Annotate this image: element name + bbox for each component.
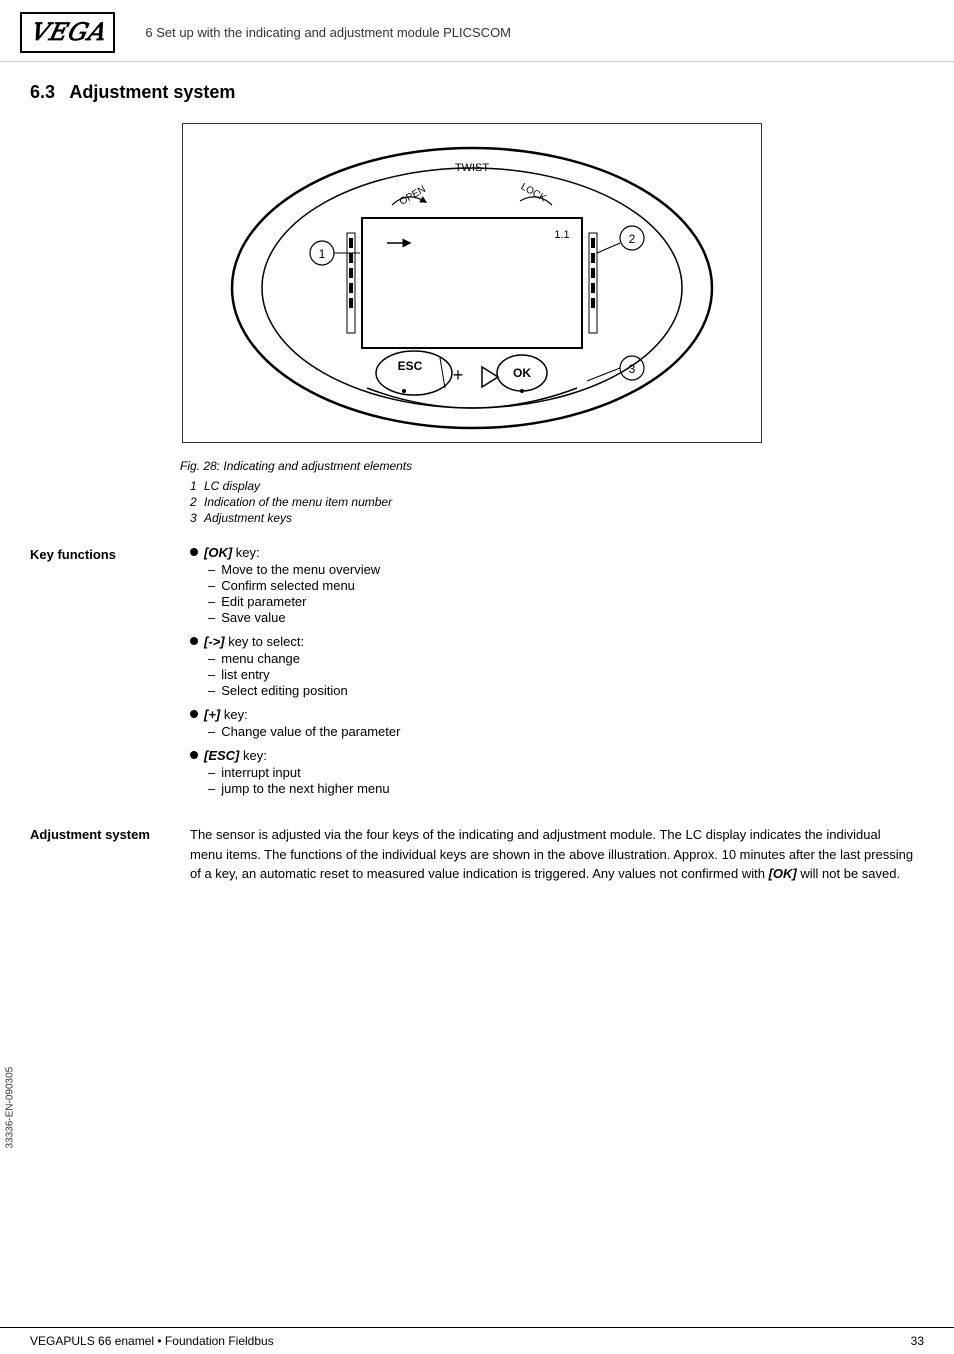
svg-text:OK: OK xyxy=(513,366,531,380)
key-arrow-content: [->] key to select: –menu change –list e… xyxy=(204,634,914,699)
adjustment-system-text: The sensor is adjusted via the four keys… xyxy=(190,825,914,884)
logo: 𝑉𝐸𝐺𝐴 xyxy=(20,12,115,53)
ok-key-label: [OK] xyxy=(204,545,232,560)
ok-key-suffix: key: xyxy=(232,545,259,560)
fig-item-3: 3Adjustment keys xyxy=(190,511,914,525)
esc-key-suffix: key: xyxy=(239,748,266,763)
diagram-container: TWIST OPEN LOCK 1 2 3 1.1 xyxy=(182,123,762,443)
section-title: 6.3 Adjustment system xyxy=(30,82,914,103)
footer-left: VEGAPULS 66 enamel • Foundation Fieldbus xyxy=(30,1334,274,1348)
footer-right: 33 xyxy=(911,1334,924,1348)
key-functions-section: Key functions [OK] key: –Move to the men… xyxy=(30,545,914,805)
svg-text:2: 2 xyxy=(629,232,636,246)
plus-sub-list: –Change value of the parameter xyxy=(204,724,914,739)
svg-text:TWIST: TWIST xyxy=(455,162,489,174)
header-title: 6 Set up with the indicating and adjustm… xyxy=(145,25,511,40)
svg-text:ESC: ESC xyxy=(398,359,423,373)
svg-text:1.1: 1.1 xyxy=(554,229,569,241)
arrow-key-suffix: key to select: xyxy=(225,634,304,649)
adjustment-system-label: Adjustment system xyxy=(30,825,190,884)
svg-text:OPEN: OPEN xyxy=(398,184,428,208)
key-arrow-item: [->] key to select: –menu change –list e… xyxy=(190,634,914,699)
ok-item-4: –Save value xyxy=(204,610,914,625)
arrow-item-1: –menu change xyxy=(204,651,914,666)
section-heading: Adjustment system xyxy=(69,82,235,102)
bullet-dot-arrow xyxy=(190,637,198,645)
arrow-item-2: –list entry xyxy=(204,667,914,682)
ok-sub-list: –Move to the menu overview –Confirm sele… xyxy=(204,562,914,625)
page-footer: VEGAPULS 66 enamel • Foundation Fieldbus… xyxy=(0,1327,954,1354)
bullet-dot-esc xyxy=(190,751,198,759)
ok-item-1: –Move to the menu overview xyxy=(204,562,914,577)
key-functions-label: Key functions xyxy=(30,545,190,805)
page-header: 𝑉𝐸𝐺𝐴 6 Set up with the indicating and ad… xyxy=(0,0,954,62)
bullet-dot-plus xyxy=(190,710,198,718)
arrow-sub-list: –menu change –list entry –Select editing… xyxy=(204,651,914,698)
key-esc-content: [ESC] key: –interrupt input –jump to the… xyxy=(204,748,914,797)
key-esc-item: [ESC] key: –interrupt input –jump to the… xyxy=(190,748,914,797)
figure-caption: Fig. 28: Indicating and adjustment eleme… xyxy=(180,459,914,473)
arrow-key-label: [->] xyxy=(204,634,225,649)
svg-text:LOCK: LOCK xyxy=(519,181,548,204)
key-functions-content: [OK] key: –Move to the menu overview –Co… xyxy=(190,545,914,805)
plus-key-suffix: key: xyxy=(220,707,247,722)
key-plus-content: [+] key: –Change value of the parameter xyxy=(204,707,914,740)
key-list: [OK] key: –Move to the menu overview –Co… xyxy=(190,545,914,797)
arrow-item-3: –Select editing position xyxy=(204,683,914,698)
plus-item-1: –Change value of the parameter xyxy=(204,724,914,739)
adjustment-diagram: TWIST OPEN LOCK 1 2 3 1.1 xyxy=(192,133,752,433)
esc-item-1: –interrupt input xyxy=(204,765,914,780)
section-number: 6.3 xyxy=(30,82,55,102)
figure-list: 1LC display 2Indication of the menu item… xyxy=(190,479,914,525)
adjustment-system-section: Adjustment system The sensor is adjusted… xyxy=(30,825,914,884)
side-label: 33336-EN-090305 xyxy=(5,1067,16,1149)
fig-item-1: 1LC display xyxy=(190,479,914,493)
esc-sub-list: –interrupt input –jump to the next highe… xyxy=(204,765,914,796)
svg-text:+: + xyxy=(453,365,464,385)
plus-key-label: [+] xyxy=(204,707,220,722)
key-ok-content: [OK] key: –Move to the menu overview –Co… xyxy=(204,545,914,626)
svg-text:1: 1 xyxy=(319,247,326,261)
key-plus-item: [+] key: –Change value of the parameter xyxy=(190,707,914,740)
main-content: 6.3 Adjustment system TWIST OPEN LOCK xyxy=(0,62,954,924)
ok-item-2: –Confirm selected menu xyxy=(204,578,914,593)
ok-bold: [OK] xyxy=(769,866,797,881)
bullet-dot-ok xyxy=(190,548,198,556)
svg-text:3: 3 xyxy=(629,362,636,376)
ok-item-3: –Edit parameter xyxy=(204,594,914,609)
key-ok-item: [OK] key: –Move to the menu overview –Co… xyxy=(190,545,914,626)
fig-item-2: 2Indication of the menu item number xyxy=(190,495,914,509)
esc-item-2: –jump to the next higher menu xyxy=(204,781,914,796)
esc-key-label: [ESC] xyxy=(204,748,239,763)
logo-text: 𝑉𝐸𝐺𝐴 xyxy=(30,18,105,47)
